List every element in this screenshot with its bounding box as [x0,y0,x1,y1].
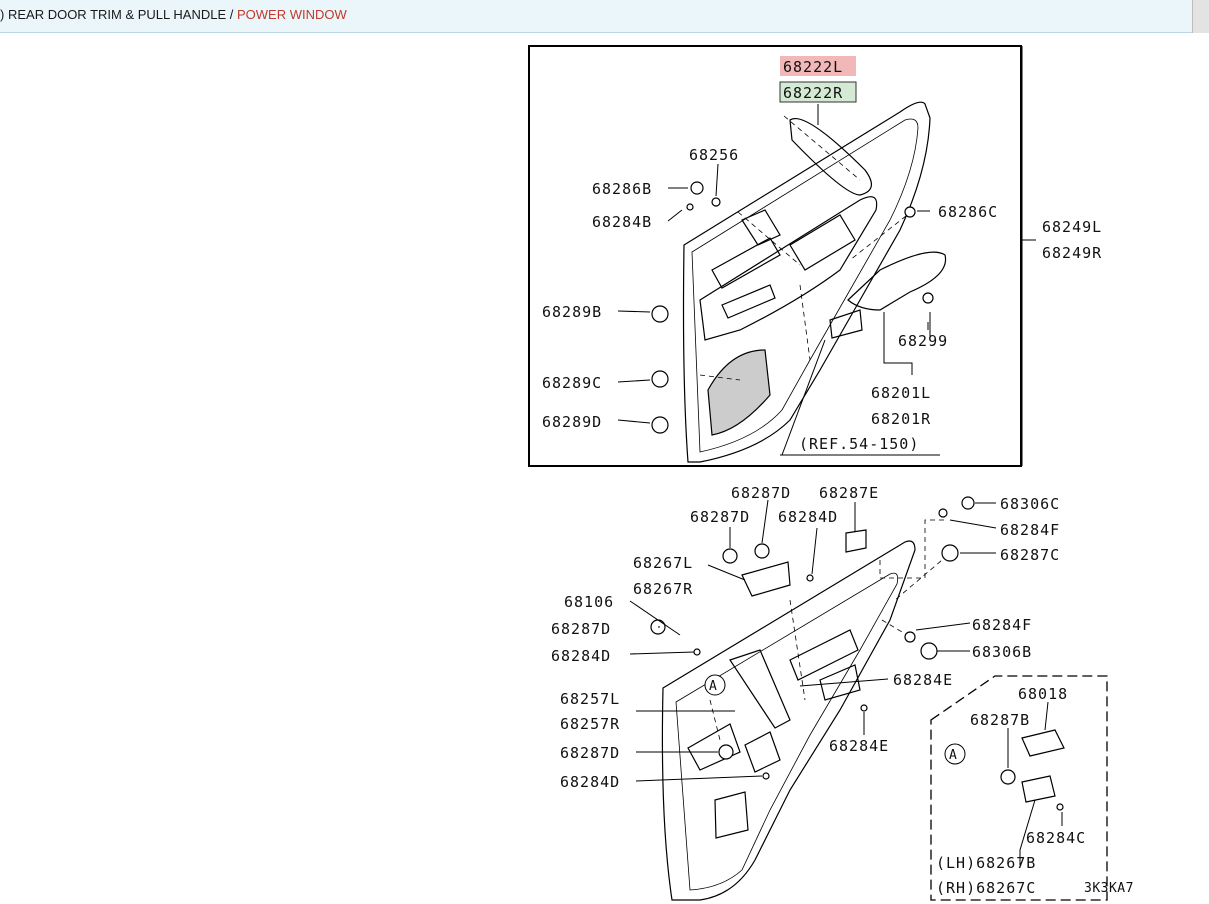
part-label-68284E-1[interactable]: 68284E [893,671,953,689]
part-label-68284C[interactable]: 68284C [1026,829,1086,847]
part-label-68286B[interactable]: 68286B [592,180,652,198]
part-label-68289B[interactable]: 68289B [542,303,602,321]
leaders-bottom [629,499,997,782]
part-label-68267L[interactable]: 68267L [633,554,693,572]
part-label-68284B[interactable]: 68284B [592,213,652,231]
part-label-68287C[interactable]: 68287C [1000,546,1060,564]
part-label-68249R[interactable]: 68249R [1042,244,1102,262]
part-label-68201L[interactable]: 68201L [871,384,931,402]
part-label-68257L[interactable]: 68257L [560,690,620,708]
part-label-68299[interactable]: 68299 [898,332,948,350]
part-label-68222L[interactable]: 68222L [783,58,843,76]
part-label-68284F-1[interactable]: 68284F [1000,521,1060,539]
part-label-68287D-4[interactable]: 68287D [560,744,620,762]
part-label-68257R[interactable]: 68257R [560,715,620,733]
part-label-68287E[interactable]: 68287E [819,484,879,502]
part-label-68222R[interactable]: 68222R [783,84,843,102]
leaders-top [617,46,1036,466]
part-label-rh-68267C[interactable]: (RH)68267C [936,879,1036,897]
assembly-dashed-lines-bottom [709,519,949,741]
part-label-68267R[interactable]: 68267R [633,580,693,598]
part-label-68286C[interactable]: 68286C [938,203,998,221]
part-label-68249L[interactable]: 68249L [1042,218,1102,236]
part-label-68284D-2[interactable]: 68284D [551,647,611,665]
part-label-68256[interactable]: 68256 [689,146,739,164]
part-label-68284F-2[interactable]: 68284F [972,616,1032,634]
part-label-68106[interactable]: 68106 [564,593,614,611]
part-label-68284E-2[interactable]: 68284E [829,737,889,755]
detail-callout-label-a: A [949,748,957,763]
part-label-68287B[interactable]: 68287B [970,711,1030,729]
part-label-68306B[interactable]: 68306B [972,643,1032,661]
diagram-code: 3K3KA7 [1084,881,1134,896]
part-label-68287D-3[interactable]: 68287D [551,620,611,638]
part-label-68289D[interactable]: 68289D [542,413,602,431]
part-label-68018[interactable]: 68018 [1018,685,1068,703]
part-label-68284D-1[interactable]: 68284D [778,508,838,526]
parts-diagram: 68222L 68222R 68256 68286B 68284B 68286C… [528,45,1134,901]
part-label-68287D-1[interactable]: 68287D [731,484,791,502]
part-label-68306C[interactable]: 68306C [1000,495,1060,513]
part-label-68289C[interactable]: 68289C [542,374,602,392]
part-label-68284D-3[interactable]: 68284D [560,773,620,791]
top-diagram-frame [528,45,1022,467]
reference-label[interactable]: (REF.54-150) [799,435,919,453]
part-label-68201R[interactable]: 68201R [871,410,931,428]
callout-label-a: A [709,679,717,694]
part-label-68287D-2[interactable]: 68287D [690,508,750,526]
part-label-lh-68267B[interactable]: (LH)68267B [936,854,1036,872]
